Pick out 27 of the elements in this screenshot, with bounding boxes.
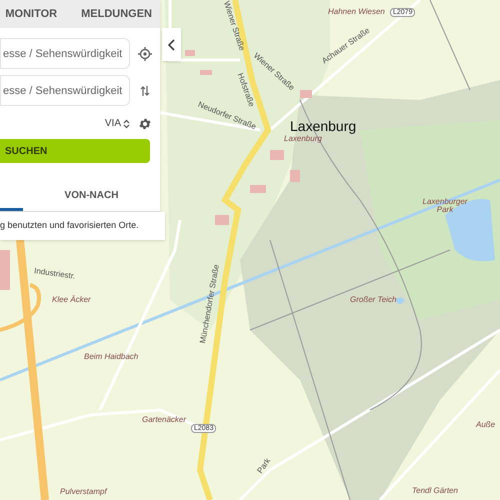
swap-icon[interactable]: [140, 84, 150, 96]
search-button[interactable]: SUCHEN: [0, 139, 150, 163]
map-label: Großer Teich: [350, 296, 396, 304]
mode-tab[interactable]: VON-NACH: [23, 182, 160, 211]
map-label: Beim Haidbach: [84, 353, 138, 361]
map-label: Tendl Gärten: [412, 487, 458, 495]
address-field[interactable]: esse / Sehenswürdigkeit: [0, 38, 130, 69]
tab[interactable]: MONITOR: [5, 6, 58, 22]
map-label: Auße: [476, 421, 496, 429]
hint-text: g benutzten und favorisierten Orte.: [0, 219, 139, 232]
map-label: Hahnen Wiesen: [328, 8, 385, 16]
collapse-button[interactable]: [162, 28, 181, 61]
via-button[interactable]: VIA: [104, 116, 130, 131]
map-label: Wiener Straße: [222, 0, 246, 52]
map-label: Laxenburger Park: [422, 198, 469, 214]
map-label: Pulverstampf: [60, 488, 107, 496]
map-label: Laxenburg: [284, 135, 322, 143]
address-field[interactable]: esse / Sehenswürdigkeit: [0, 75, 130, 106]
map-label: Klee Äcker: [52, 296, 91, 304]
settings-icon[interactable]: [138, 116, 152, 130]
tab[interactable]: MELDUNGEN: [81, 6, 152, 22]
map-label: Gartenäcker: [142, 416, 186, 424]
chevron-left-icon: [168, 38, 175, 50]
map-label: Laxenburg: [290, 119, 356, 133]
locate-icon[interactable]: [138, 46, 152, 60]
map-label: Industriestr.: [34, 267, 76, 281]
chevron-updown-icon: [123, 118, 130, 128]
